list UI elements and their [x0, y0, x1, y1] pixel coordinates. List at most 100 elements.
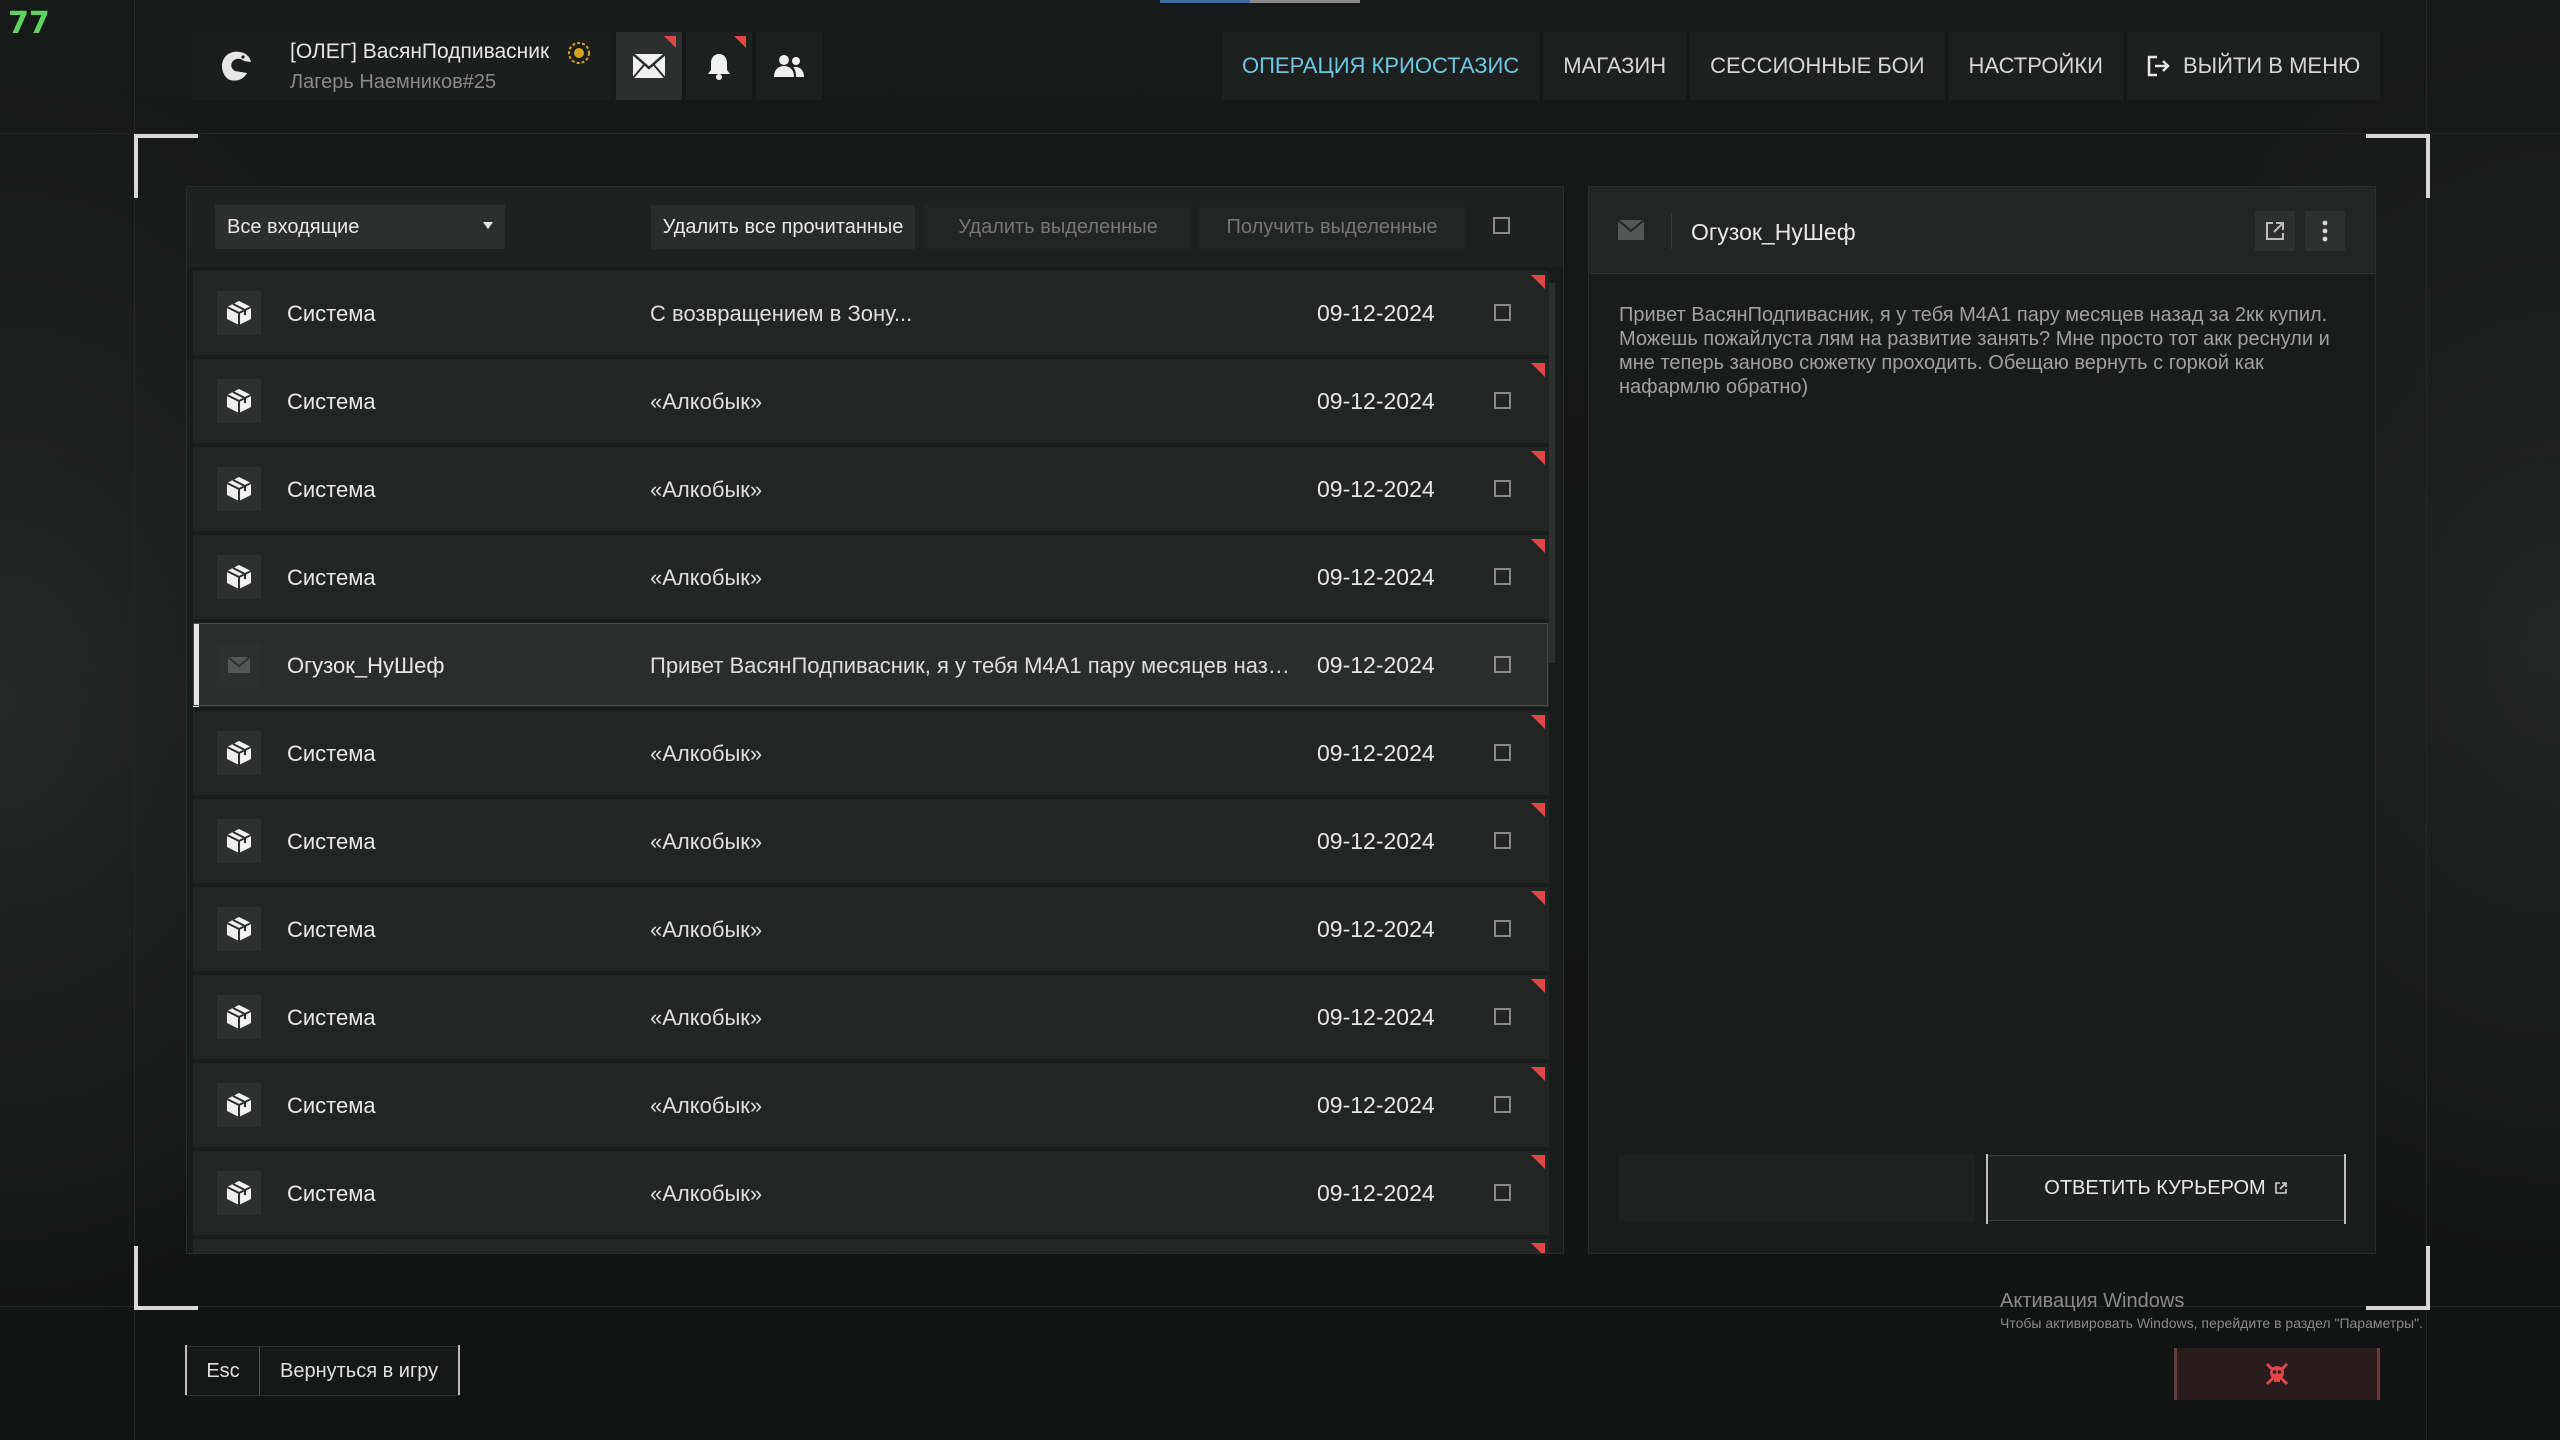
eagle-icon — [222, 51, 251, 81]
mail-row-checkbox[interactable] — [1494, 568, 1511, 585]
mail-row-date: 09-12-2024 — [1317, 300, 1435, 326]
mail-row[interactable]: Система «Алкобык» 09-12-2024 — [193, 711, 1549, 795]
nav-exit-menu[interactable]: ВЫЙТИ В МЕНЮ — [2126, 32, 2381, 100]
mail-row-checkbox[interactable] — [1494, 304, 1511, 321]
unread-indicator — [1531, 275, 1545, 289]
mail-filter-value: Все входящие — [227, 215, 360, 238]
mail-row-sender: Система — [287, 1005, 376, 1030]
mail-row-date: 09-12-2024 — [1317, 1004, 1435, 1030]
friends-button[interactable] — [756, 32, 822, 100]
unread-indicator — [1531, 1243, 1545, 1253]
notifications-button[interactable] — [686, 32, 752, 100]
windows-activation-watermark: Активация Windows Чтобы активировать Win… — [2000, 1290, 2423, 1331]
mail-row-date: 09-12-2024 — [1317, 740, 1435, 766]
mail-row-checkbox[interactable] — [1494, 656, 1511, 673]
nav-session-battles[interactable]: СЕССИОННЫЕ БОИ — [1690, 32, 1945, 100]
mail-row-subject: «Алкобык» — [650, 477, 763, 502]
danger-action-button[interactable] — [2174, 1348, 2380, 1400]
unread-indicator — [1531, 539, 1545, 553]
mail-row-subject: «Алкобык» — [650, 565, 763, 590]
exit-icon — [2147, 55, 2170, 77]
reader-header-separator — [1671, 213, 1672, 249]
esc-key-hint: Esc — [187, 1347, 260, 1395]
mail-row[interactable]: Система «Алкобык» 09-12-2024 — [193, 887, 1549, 971]
delete-selected-button[interactable]: Удалить выделенные — [925, 205, 1191, 249]
mail-button[interactable] — [616, 32, 682, 100]
reply-input-area[interactable] — [1619, 1155, 1975, 1221]
mail-row[interactable]: Система «Алкобык» 09-12-2024 — [193, 447, 1549, 531]
box-icon — [217, 995, 261, 1039]
mail-row[interactable]: Система «Алкобык» 09-12-2024 — [193, 975, 1549, 1059]
return-to-game-label: Вернуться в игру — [260, 1347, 459, 1395]
mail-row-sender: Система — [287, 477, 376, 502]
mail-row-checkbox[interactable] — [1494, 920, 1511, 937]
mail-row-date: 09-12-2024 — [1317, 476, 1435, 502]
unread-indicator — [1531, 363, 1545, 377]
nav-exit-label: ВЫЙТИ В МЕНЮ — [2182, 53, 2361, 78]
faction-logo[interactable] — [208, 38, 264, 94]
get-selected-button[interactable]: Получить выделенные — [1199, 205, 1465, 249]
box-icon — [217, 907, 261, 951]
nav-operation[interactable]: ОПЕРАЦИЯ КРИОСТАЗИС — [1222, 32, 1540, 100]
player-name: [ОЛЕГ] ВасянПодпивасник — [290, 40, 550, 63]
mail-row[interactable]: Система «Алкобык» 09-12-2024 — [193, 359, 1549, 443]
mail-row[interactable]: Система «Алкобык» 09-12-2024 — [193, 535, 1549, 619]
nav-shop[interactable]: МАГАЗИН — [1543, 32, 1687, 100]
reply-courier-button[interactable]: ОТВЕТИТЬ КУРЬЕРОМ — [1986, 1154, 2346, 1224]
mail-row-checkbox[interactable] — [1494, 832, 1511, 849]
open-external-button[interactable] — [2255, 211, 2295, 251]
more-vertical-icon — [2322, 220, 2328, 242]
mail-row-subject: «Алкобык» — [650, 389, 763, 414]
frame-corner-bl — [134, 1246, 198, 1310]
mail-row-checkbox[interactable] — [1494, 480, 1511, 497]
divider-left — [134, 0, 135, 1440]
mail-row-subject: «Алкобык» — [650, 829, 763, 854]
mail-row-checkbox[interactable] — [1494, 1096, 1511, 1113]
open-external-icon — [2266, 222, 2284, 240]
mail-row-checkbox[interactable] — [1494, 392, 1511, 409]
more-options-button[interactable] — [2305, 211, 2345, 251]
nav-settings[interactable]: НАСТРОЙКИ — [1948, 32, 2123, 100]
nav-operation-label: ОПЕРАЦИЯ КРИОСТАЗИС — [1242, 53, 1520, 78]
bell-icon — [708, 54, 730, 80]
mail-row-date: 09-12-2024 — [1317, 564, 1435, 590]
mail-row-subject: «Алкобык» — [650, 917, 763, 942]
mail-row-partial[interactable] — [193, 1239, 1549, 1253]
mail-row-date: 09-12-2024 — [1317, 652, 1435, 678]
mail-toolbar: Все входящие Удалить все прочитанные Уда… — [187, 187, 1563, 267]
box-icon — [217, 1171, 261, 1215]
mail-row-checkbox[interactable] — [1494, 1184, 1511, 1201]
return-to-game-button[interactable]: Esc Вернуться в игру — [184, 1345, 461, 1396]
fps-counter: 77 — [8, 6, 50, 41]
divider-top — [0, 133, 2560, 134]
unread-indicator — [1531, 979, 1545, 993]
mail-row[interactable]: Система С возвращением в Зону... 09-12-202… — [193, 271, 1549, 355]
mail-row[interactable]: Система «Алкобык» 09-12-2024 — [193, 1151, 1549, 1235]
mail-row-checkbox[interactable] — [1494, 1008, 1511, 1025]
mail-row[interactable]: Система «Алкобык» 09-12-2024 — [193, 1063, 1549, 1147]
mail-row-sender: Система — [287, 1181, 376, 1206]
reader-body: Привет ВасянПодпивасник, я у тебя М4А1 п… — [1619, 304, 2330, 398]
box-icon — [217, 1083, 261, 1127]
nav-shop-label: МАГАЗИН — [1563, 53, 1667, 78]
mail-row-subject: «Алкобык» — [650, 1093, 763, 1118]
mail-row[interactable]: Огузок_НуШеф Привет ВасянПодпивасник, я у… — [193, 623, 1549, 707]
top-accent-bar-secondary — [1250, 0, 1360, 3]
unread-indicator — [1531, 803, 1545, 817]
notifications-indicator — [734, 36, 746, 48]
mail-row-checkbox[interactable] — [1494, 744, 1511, 761]
dropdown-arrow-icon — [483, 222, 493, 229]
select-all-checkbox[interactable] — [1493, 217, 1510, 234]
mail-filter-dropdown[interactable]: Все входящие — [215, 205, 505, 249]
mail-list-scrollbar[interactable] — [1549, 283, 1555, 663]
delete-read-button[interactable]: Удалить все прочитанные — [651, 205, 915, 249]
friends-icon — [774, 55, 804, 77]
mail-row-subject: «Алкобык» — [650, 741, 763, 766]
reader-header: Огузок_НуШеф — [1589, 187, 2375, 274]
mail-row-date: 09-12-2024 — [1317, 1180, 1435, 1206]
unread-indicator — [1531, 1067, 1545, 1081]
windows-activation-title: Активация Windows — [2000, 1290, 2185, 1312]
mail-row-sender: Огузок_НуШеф — [287, 653, 445, 678]
mail-row[interactable]: Система «Алкобык» 09-12-2024 — [193, 799, 1549, 883]
mail-icon — [632, 53, 666, 79]
